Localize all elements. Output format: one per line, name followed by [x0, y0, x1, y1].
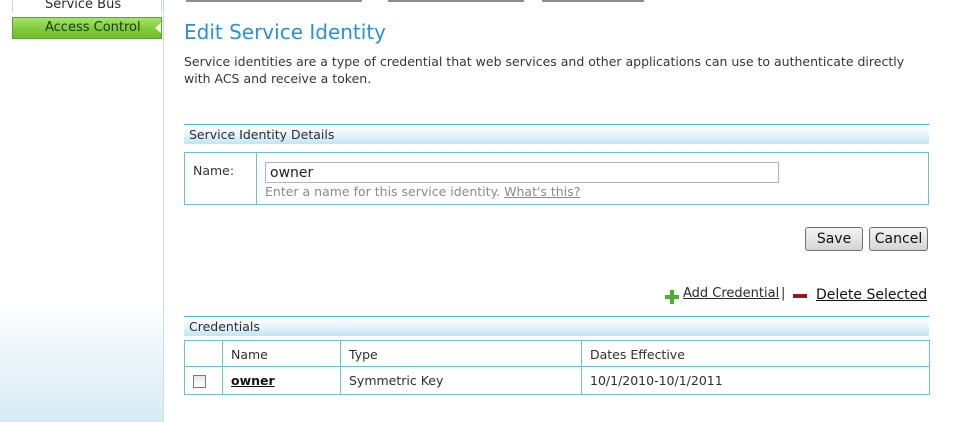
nav-item-label: Service Bus — [45, 0, 122, 12]
row-select-cell — [184, 366, 223, 395]
action-separator: | — [781, 286, 786, 301]
section-header-details: Service Identity Details — [184, 124, 929, 144]
save-button[interactable]: Save — [805, 227, 863, 251]
section-header-credentials: Credentials — [184, 316, 929, 336]
hint-text: Enter a name for this service identity. — [265, 184, 501, 199]
cancel-button[interactable]: Cancel — [869, 227, 928, 251]
delete-icon — [793, 294, 807, 298]
active-pointer-icon — [155, 22, 161, 34]
name-input[interactable] — [265, 162, 779, 183]
nav-item-label: Access Control — [45, 20, 141, 35]
nav-item-access-control[interactable]: Access Control — [12, 17, 162, 39]
credential-dates-cell: 10/1/2010-10/1/2011 — [581, 366, 930, 395]
select-column-header — [184, 340, 223, 367]
name-hint: Enter a name for this service identity. … — [265, 184, 580, 199]
top-tab-edge — [388, 0, 524, 2]
row-checkbox[interactable] — [193, 375, 206, 388]
page-description: Service identities are a type of credent… — [184, 54, 905, 86]
table-header-row: Name Type Dates Effective — [184, 340, 930, 367]
credentials-table: Name Type Dates Effective owner Symmetri… — [184, 340, 930, 395]
table-row: owner Symmetric Key 10/1/2010-10/1/2011 — [184, 366, 930, 395]
whats-this-link[interactable]: What's this? — [504, 184, 580, 199]
details-panel: Name: Enter a name for this service iden… — [184, 152, 929, 205]
column-header-dates: Dates Effective — [581, 340, 930, 367]
page-title: Edit Service Identity — [184, 20, 387, 44]
credential-name-link[interactable]: owner — [231, 373, 275, 388]
top-tab-edge — [542, 0, 644, 2]
delete-selected-link[interactable]: Delete Selected — [816, 287, 927, 303]
add-icon — [665, 290, 679, 304]
credential-name-cell: owner — [222, 366, 341, 395]
top-tab-edge — [186, 0, 362, 2]
column-header-type: Type — [340, 340, 582, 367]
nav-item-service-bus[interactable]: Service Bus — [12, 0, 162, 13]
column-header-name: Name — [222, 340, 341, 367]
name-label: Name: — [185, 153, 257, 204]
add-credential-link[interactable]: Add Credential — [683, 286, 779, 301]
left-navigation: Service Bus Access Control — [0, 0, 164, 422]
credential-type-cell: Symmetric Key — [340, 366, 582, 395]
